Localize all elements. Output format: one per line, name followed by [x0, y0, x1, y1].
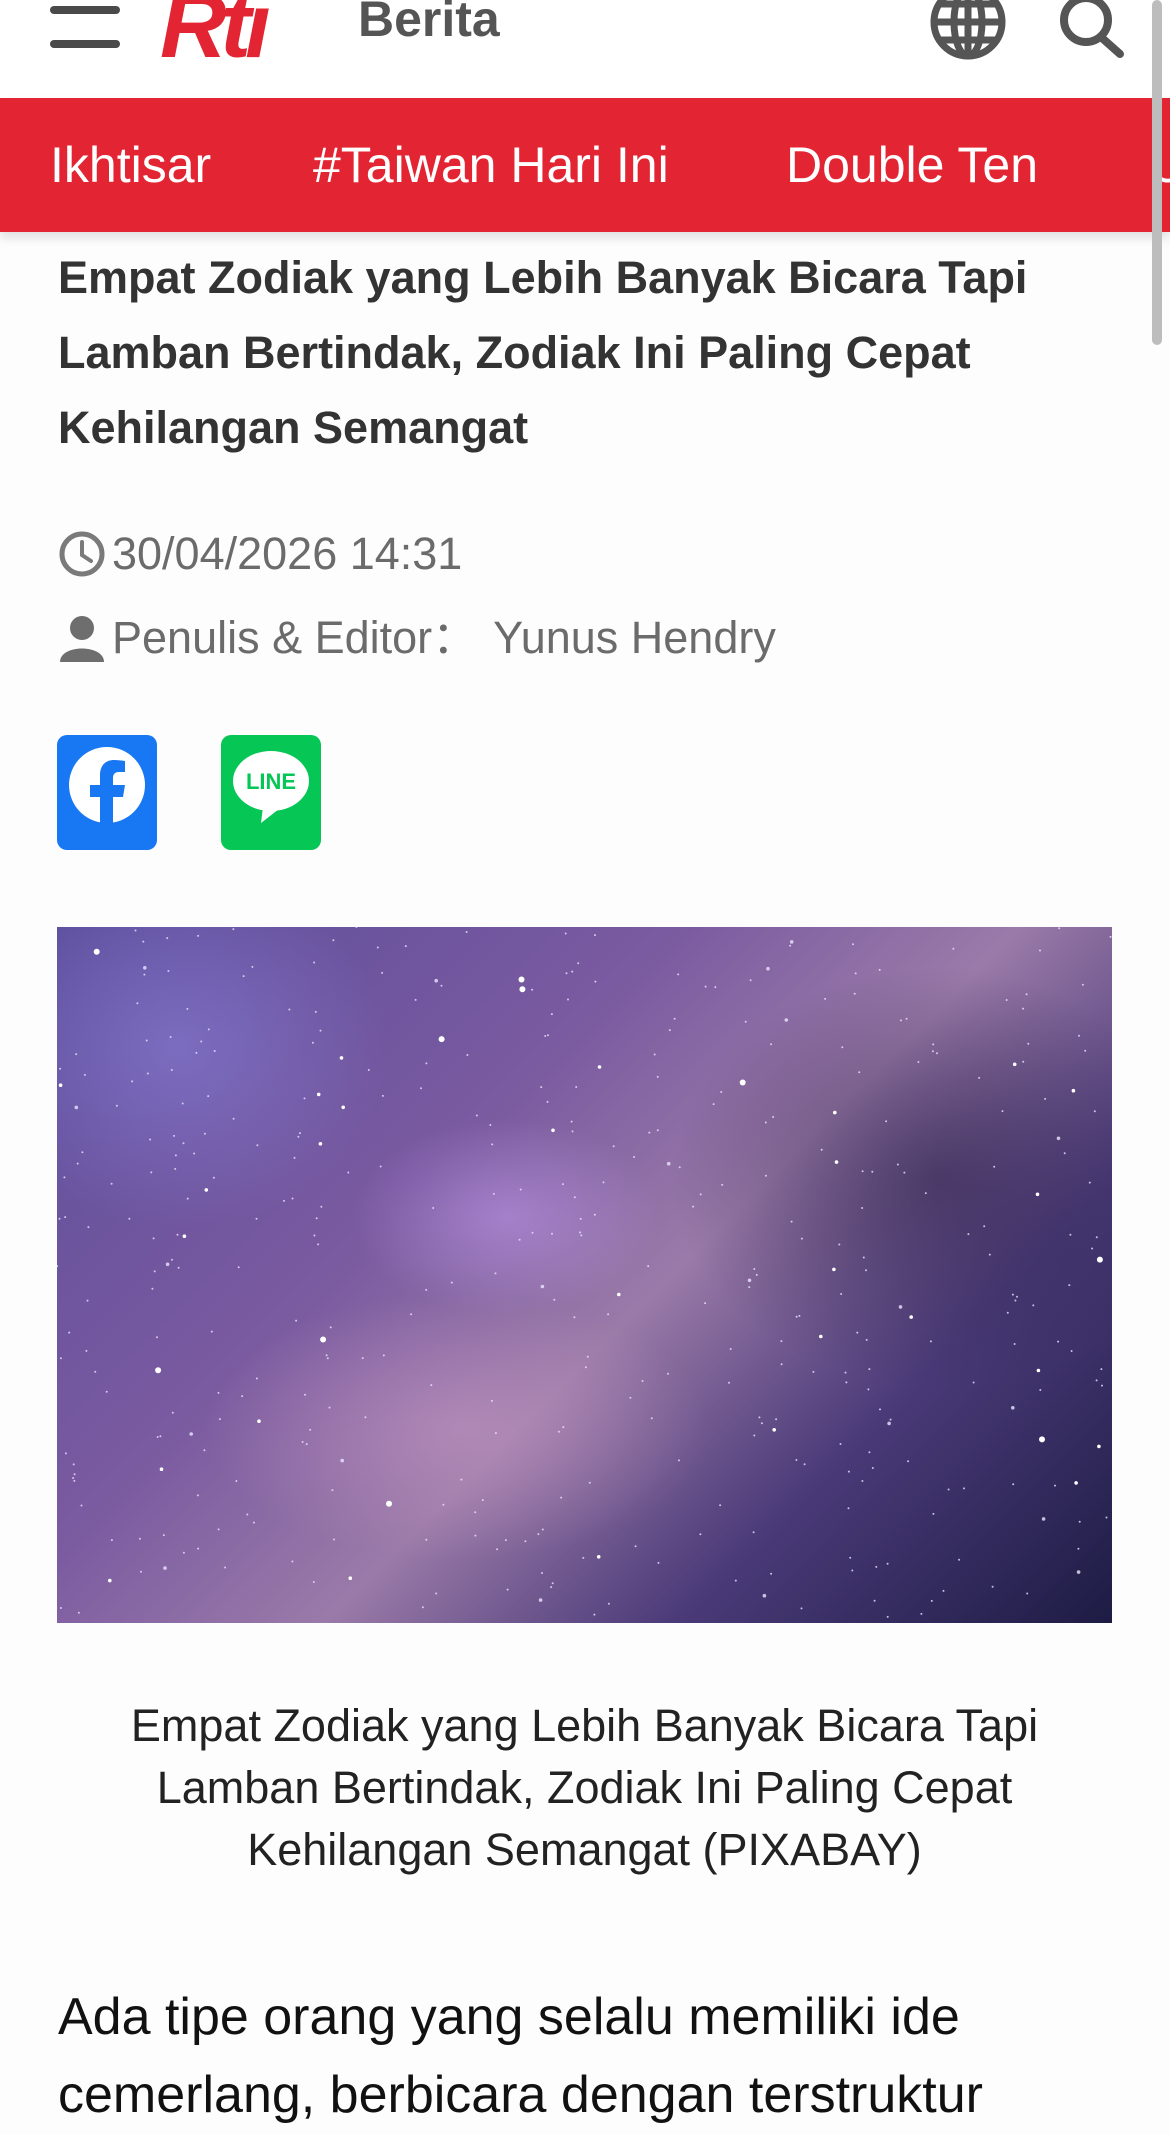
- author-label: Penulis & Editor：: [112, 612, 478, 663]
- section-title: Berita: [358, 0, 500, 47]
- page-scrollbar[interactable]: [1152, 0, 1162, 345]
- line-logo-text: LINE: [246, 769, 296, 794]
- rti-logo[interactable]: Rti: [160, 0, 271, 72]
- share-facebook-button[interactable]: [57, 735, 157, 850]
- facebook-icon: [69, 747, 145, 828]
- clock-icon: [58, 530, 106, 578]
- person-icon: [58, 614, 106, 663]
- search-icon[interactable]: [1058, 0, 1128, 60]
- nav-tab-double-ten[interactable]: Double Ten: [786, 98, 1038, 232]
- category-nav-bar: Ikhtisar #Taiwan Hari Ini Double Ten U: [0, 98, 1170, 232]
- globe-icon[interactable]: [928, 0, 1008, 60]
- article-headline: Empat Zodiak yang Lebih Banyak Bicara Ta…: [58, 252, 1028, 453]
- author-name: Yunus Hendry: [493, 612, 776, 663]
- starfield-image: [57, 927, 1112, 1618]
- article-hero-image: [57, 927, 1112, 1623]
- line-icon: LINE: [233, 751, 309, 823]
- image-caption: Empat Zodiak yang Lebih Banyak Bicara Ta…: [130, 1700, 1039, 1875]
- article-author-row: Penulis & Editor： Yunus Hendry: [58, 610, 776, 666]
- share-line-button[interactable]: LINE: [221, 735, 321, 850]
- hamburger-menu-icon[interactable]: [50, 6, 120, 48]
- nav-tab-taiwan-hari-ini[interactable]: #Taiwan Hari Ini: [313, 98, 669, 232]
- article-datetime: 30/04/2026 14:31: [112, 528, 463, 579]
- article-datetime-row: 30/04/2026 14:31: [58, 526, 462, 582]
- app-header: Rti Berita: [0, 0, 1170, 98]
- nav-tab-ikhtisar[interactable]: Ikhtisar: [50, 98, 211, 232]
- article-body-paragraph: Ada tipe orang yang selalu memiliki ide …: [58, 1988, 983, 2124]
